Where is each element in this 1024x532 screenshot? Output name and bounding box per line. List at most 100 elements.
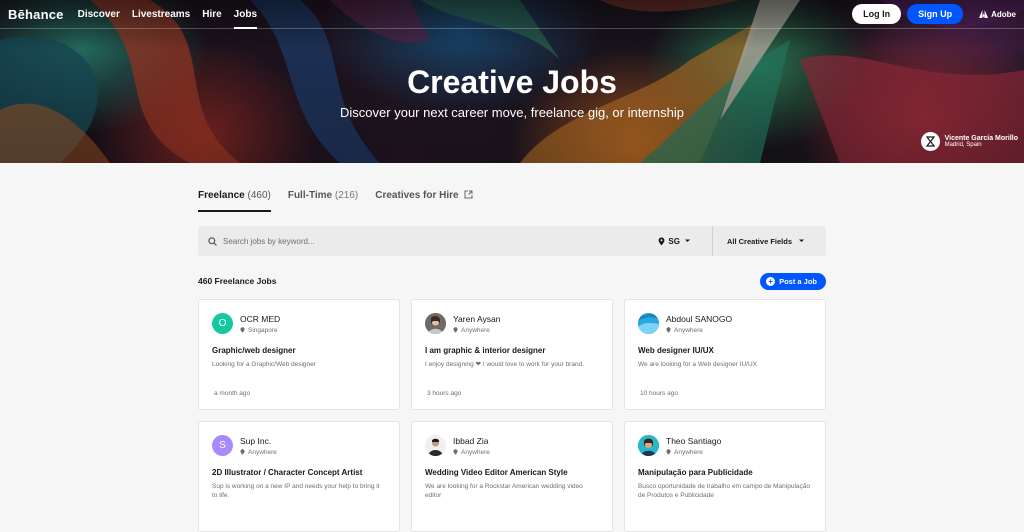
external-link-icon <box>464 190 473 199</box>
avatar <box>425 435 446 456</box>
posted-time: 10 hours ago <box>640 390 678 397</box>
job-location-text: Singapore <box>248 326 278 334</box>
poster-name[interactable]: OCR MED <box>240 314 280 324</box>
artwork-credit[interactable]: Vicente García Morillo Madrid, Spain <box>920 132 1018 151</box>
posted-time: a month ago <box>214 390 251 397</box>
nav-discover[interactable]: Discover <box>78 0 120 29</box>
tab-freelance-label: Freelance <box>198 190 245 201</box>
job-description: Sup is working on a new IP and needs you… <box>212 483 380 499</box>
job-location: Anywhere <box>453 327 500 334</box>
job-description: Busco oportunidade de trabalho em campo … <box>638 483 811 499</box>
job-title[interactable]: Manipulação para Publicidade <box>638 468 812 477</box>
location-pin-icon <box>240 449 245 455</box>
avatar: S <box>212 435 233 456</box>
avatar <box>638 313 659 334</box>
tab-creatives-label: Creatives for Hire <box>375 190 459 201</box>
signup-button[interactable]: Sign Up <box>907 4 964 24</box>
job-card[interactable]: Ibbad Zia Anywhere Wedding Video Editor … <box>411 421 613 532</box>
chevron-down-icon <box>799 239 804 242</box>
user-photo-icon <box>425 435 446 456</box>
user-photo-icon <box>638 435 659 456</box>
job-location-text: Anywhere <box>674 326 703 334</box>
post-job-button[interactable]: + Post a Job <box>760 272 826 290</box>
hero-subtitle: Discover your next career move, freelanc… <box>340 105 684 120</box>
job-location-text: Anywhere <box>248 448 277 456</box>
tab-full-time[interactable]: Full-Time (216) <box>288 190 358 212</box>
avatar: O <box>212 313 233 334</box>
nav-hire[interactable]: Hire <box>202 0 221 29</box>
plus-icon: + <box>766 276 776 286</box>
job-search-bar: SG All Creative Fields <box>198 226 826 256</box>
job-location: Anywhere <box>453 449 490 456</box>
nav-livestreams[interactable]: Livestreams <box>132 0 190 29</box>
search-input[interactable] <box>223 236 659 246</box>
location-pin-icon <box>240 327 245 333</box>
avatar <box>638 435 659 456</box>
job-location-text: Anywhere <box>674 448 703 456</box>
creative-fields-value: All Creative Fields <box>726 236 792 246</box>
job-title[interactable]: Web designer IU/UX <box>638 346 812 355</box>
hero-banner: Bēhance Discover Livestreams Hire Jobs L… <box>0 0 1024 163</box>
job-location: Anywhere <box>666 449 721 456</box>
location-pin-icon <box>659 237 665 245</box>
job-card[interactable]: S Sup Inc. Anywhere 2D Illustrator / Cha… <box>198 421 400 532</box>
job-title[interactable]: I am graphic & interior designer <box>425 346 599 355</box>
job-title[interactable]: Wedding Video Editor American Style <box>425 468 599 477</box>
tab-full-time-label: Full-Time <box>287 190 333 201</box>
tab-freelance-count: (460) <box>247 190 271 201</box>
location-filter-value: SG <box>668 236 680 246</box>
job-location: Anywhere <box>240 449 277 456</box>
credit-avatar <box>920 132 940 151</box>
tab-creatives-for-hire[interactable]: Creatives for Hire <box>375 190 473 212</box>
location-pin-icon <box>666 327 671 333</box>
job-description: We are looking for a Web designer IU/UX <box>638 361 757 368</box>
poster-name[interactable]: Abdoul SANOGO <box>666 314 732 324</box>
tab-full-time-count: (216) <box>334 190 359 201</box>
poster-name[interactable]: Ibbad Zia <box>453 436 490 446</box>
tab-freelance[interactable]: Freelance (460) <box>198 190 271 212</box>
job-card[interactable]: Abdoul SANOGO Anywhere Web designer IU/U… <box>624 299 826 410</box>
top-navigation: Bēhance Discover Livestreams Hire Jobs L… <box>0 0 1024 29</box>
job-card[interactable]: Yaren Aysan Anywhere I am graphic & inte… <box>411 299 613 410</box>
job-title[interactable]: Graphic/web designer <box>212 346 386 355</box>
credit-location: Madrid, Spain <box>944 142 982 148</box>
job-type-tabs: Freelance (460) Full-Time (216) Creative… <box>198 190 826 212</box>
job-location-text: Anywhere <box>461 448 490 456</box>
nav-jobs[interactable]: Jobs <box>233 0 258 29</box>
location-filter[interactable]: SG <box>658 226 713 256</box>
job-cards-grid: O OCR MED Singapore Graphic/web designer… <box>198 299 826 532</box>
job-location: Anywhere <box>666 327 732 334</box>
jobs-main: Freelance (460) Full-Time (216) Creative… <box>198 163 826 532</box>
posted-time: 3 hours ago <box>427 390 462 397</box>
location-pin-icon <box>453 449 458 455</box>
credit-avatar-icon <box>925 136 935 147</box>
poster-name[interactable]: Yaren Aysan <box>453 314 500 324</box>
job-location: Singapore <box>240 327 280 334</box>
job-card[interactable]: Theo Santiago Anywhere Manipulação para … <box>624 421 826 532</box>
poster-name[interactable]: Sup Inc. <box>240 436 277 446</box>
job-description: Looking for a Graphic/Web designer <box>212 361 316 368</box>
credit-name: Vicente García Morillo <box>944 135 1018 142</box>
job-description: We are looking for a Rockstar American w… <box>425 483 583 499</box>
adobe-label: Adobe <box>991 9 1016 19</box>
adobe-logo-icon <box>979 10 989 18</box>
poster-name[interactable]: Theo Santiago <box>666 436 721 446</box>
wave-logo-icon <box>638 313 659 334</box>
chevron-down-icon <box>684 239 690 242</box>
job-description: I enjoy designing ❤ I would love to work… <box>425 361 585 368</box>
job-card[interactable]: O OCR MED Singapore Graphic/web designer… <box>198 299 400 410</box>
creative-fields-filter[interactable]: All Creative Fields <box>713 237 816 246</box>
behance-logo[interactable]: Bēhance <box>8 7 64 22</box>
post-job-label: Post a Job <box>779 276 817 286</box>
login-button[interactable]: Log In <box>852 4 902 24</box>
avatar <box>425 313 446 334</box>
adobe-link[interactable]: Adobe <box>979 10 1016 19</box>
list-header: 460 Freelance Jobs + Post a Job <box>198 272 826 290</box>
user-photo-icon <box>425 313 446 334</box>
job-title[interactable]: 2D Illustrator / Character Concept Artis… <box>212 468 386 477</box>
job-location-text: Anywhere <box>461 326 490 334</box>
search-icon <box>208 236 217 246</box>
job-count: 460 Freelance Jobs <box>198 276 277 286</box>
location-pin-icon <box>453 327 458 333</box>
hero-title: Creative Jobs <box>407 64 617 100</box>
